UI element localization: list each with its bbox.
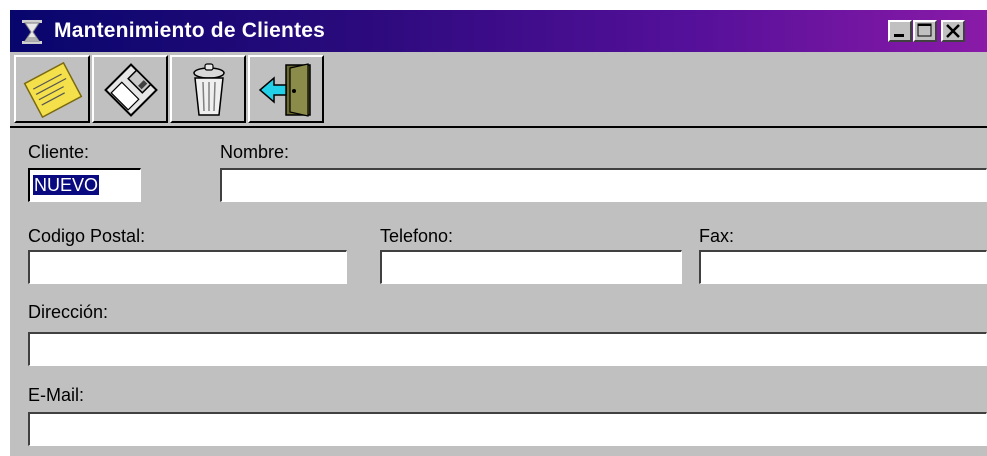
fax-field[interactable] xyxy=(699,250,987,284)
nombre-label: Nombre: xyxy=(220,142,290,162)
codigo-postal-label: Codigo Postal: xyxy=(28,226,146,246)
maximize-button[interactable] xyxy=(913,20,937,42)
minimize-icon xyxy=(894,34,904,37)
cliente-label: Cliente: xyxy=(28,142,90,162)
trash-can-icon xyxy=(193,63,225,116)
main-window: Mantenimiento de Clientes Cliente: NUEVO… xyxy=(10,10,987,456)
minimize-button[interactable] xyxy=(888,20,912,42)
telefono-label: Telefono: xyxy=(380,226,454,246)
nombre-field[interactable] xyxy=(220,168,987,202)
window-title: Mantenimiento de Clientes xyxy=(54,19,326,42)
email-label: E-Mail: xyxy=(28,385,85,405)
toolbar xyxy=(10,52,987,128)
cliente-value: NUEVO xyxy=(33,175,100,195)
fax-label: Fax: xyxy=(699,226,735,246)
hourglass-icon xyxy=(22,20,42,44)
direccion-field[interactable] xyxy=(28,332,987,366)
close-button[interactable] xyxy=(941,20,965,42)
title-bar[interactable]: Mantenimiento de Clientes xyxy=(10,10,987,52)
exit-door-icon xyxy=(258,63,311,117)
floppy-disk-icon xyxy=(104,63,158,117)
exit-button[interactable] xyxy=(248,55,324,123)
maximize-icon xyxy=(917,23,932,37)
new-button[interactable] xyxy=(14,55,90,123)
telefono-field[interactable] xyxy=(380,250,682,284)
save-button[interactable] xyxy=(92,55,168,123)
close-icon xyxy=(946,24,960,38)
email-field[interactable] xyxy=(28,412,987,446)
delete-button[interactable] xyxy=(170,55,246,123)
sticky-note-icon xyxy=(23,61,83,119)
direccion-label: Dirección: xyxy=(28,302,109,322)
cliente-field[interactable]: NUEVO xyxy=(28,168,141,202)
codigo-postal-field[interactable] xyxy=(28,250,347,284)
